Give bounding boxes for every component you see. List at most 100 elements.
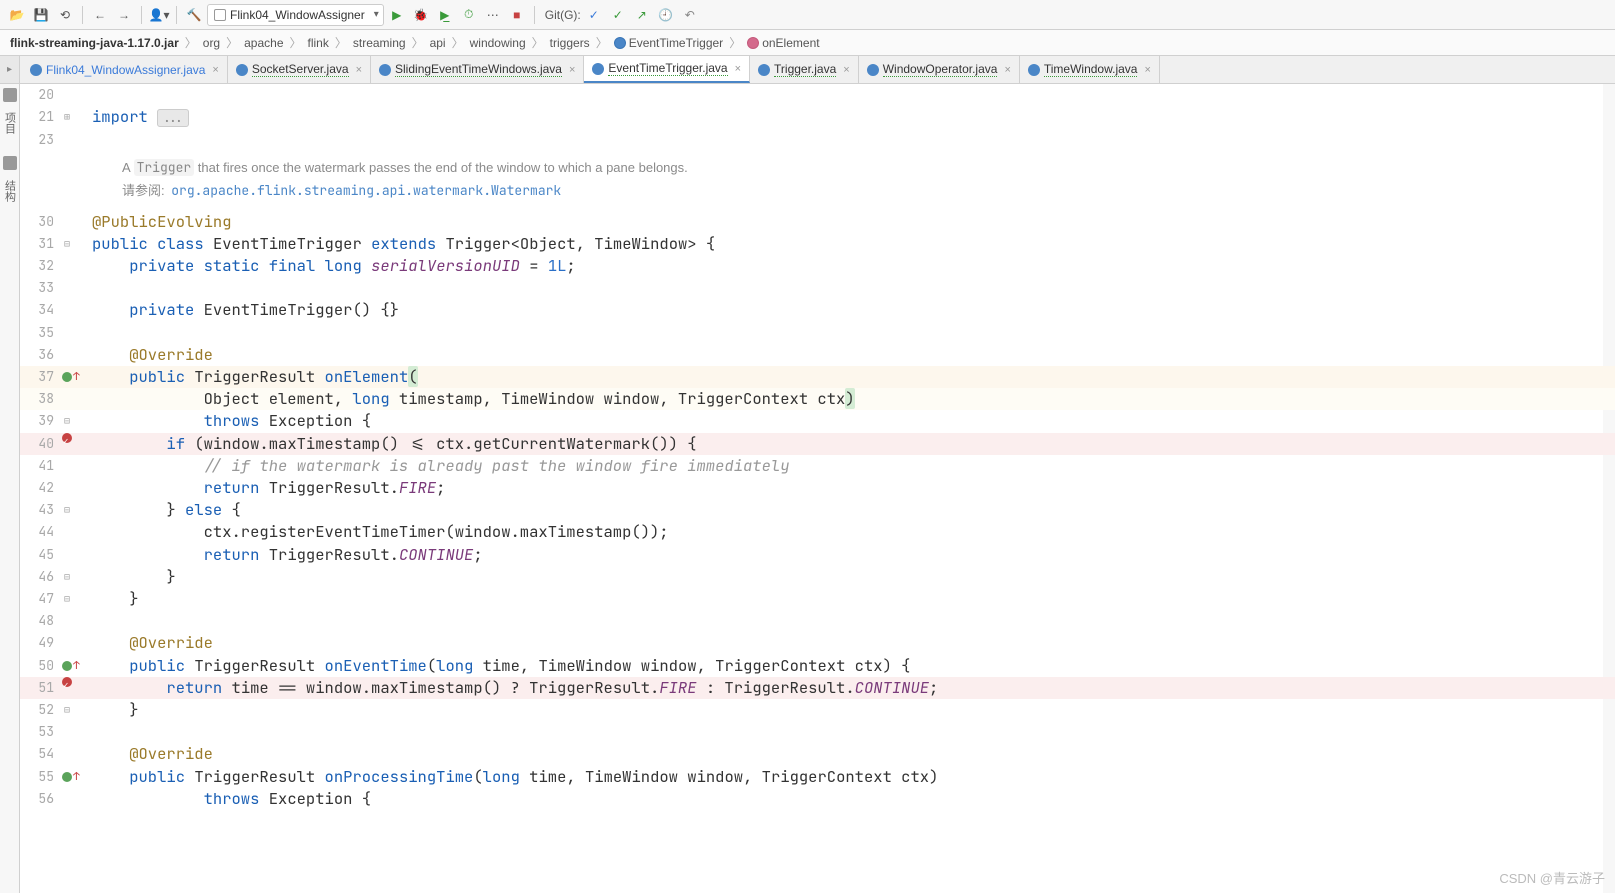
line-number: 42 — [20, 477, 62, 499]
main-toolbar: 📂 💾 ⟲ ← → 👤▾ 🔨 Flink04_WindowAssigner ▶ … — [0, 0, 1615, 30]
line-number: 31 — [20, 233, 62, 255]
line-number: 37 — [20, 366, 62, 388]
run-config-label: Flink04_WindowAssigner — [230, 8, 365, 22]
chevron-right-icon: 〉 — [725, 34, 745, 51]
chevron-right-icon: 〉 — [528, 34, 548, 51]
debug-icon[interactable]: 🐞 — [410, 4, 432, 26]
line-number: 35 — [20, 322, 62, 344]
git-push-icon[interactable]: ↗ — [631, 4, 653, 26]
forward-icon[interactable]: → — [113, 4, 135, 26]
line-number: 34 — [20, 299, 62, 321]
breadcrumb-item[interactable]: api — [428, 36, 448, 50]
git-update-icon[interactable]: ✓ — [583, 4, 605, 26]
fold-icon[interactable]: ⊟ — [62, 588, 72, 610]
tab-windowoperator[interactable]: WindowOperator.java× — [859, 56, 1020, 83]
override-gutter-icon[interactable] — [62, 661, 72, 671]
arrow-up-icon: ↑ — [73, 655, 80, 677]
run-config-combo[interactable]: Flink04_WindowAssigner — [207, 4, 384, 26]
chevron-right-icon: 〉 — [181, 34, 201, 51]
chevron-right-icon: 〉 — [408, 34, 428, 51]
line-number: 30 — [20, 211, 62, 233]
override-gutter-icon[interactable] — [62, 372, 72, 382]
breadcrumb-item[interactable]: streaming — [351, 36, 408, 50]
line-number: 51 — [20, 677, 62, 699]
open-icon[interactable]: 📂 — [6, 4, 28, 26]
back-icon[interactable]: ← — [89, 4, 111, 26]
separator — [82, 6, 83, 24]
run-icon[interactable]: ▶ — [386, 4, 408, 26]
line-number: 40 — [20, 433, 62, 455]
breadcrumb-item[interactable]: triggers — [548, 36, 592, 50]
override-gutter-icon[interactable] — [62, 772, 72, 782]
project-tool-indicator[interactable]: ▸ — [0, 56, 20, 83]
arrow-up-icon: ↑ — [73, 766, 80, 788]
tab-slidingwindows[interactable]: SlidingEventTimeWindows.java× — [371, 56, 584, 83]
javadoc-link[interactable]: org.apache.flink.streaming.api.watermark… — [168, 182, 564, 199]
line-number: 45 — [20, 544, 62, 566]
breadcrumb-item[interactable]: apache — [242, 36, 285, 50]
close-icon[interactable]: × — [843, 64, 849, 76]
close-icon[interactable]: × — [569, 64, 575, 76]
breakpoint-icon[interactable] — [62, 433, 72, 443]
line-number: 21 — [20, 106, 62, 128]
breakpoint-icon[interactable] — [62, 677, 72, 687]
chevron-right-icon: 〉 — [331, 34, 351, 51]
line-number: 36 — [20, 344, 62, 366]
line-number: 46 — [20, 566, 62, 588]
tab-trigger[interactable]: Trigger.java× — [750, 56, 859, 83]
close-icon[interactable]: × — [356, 64, 362, 76]
hammer-icon[interactable]: 🔨 — [183, 4, 205, 26]
tab-eventtimetrigger[interactable]: EventTimeTrigger.java× — [584, 56, 750, 83]
javadoc-rendered: A Trigger that fires once the watermark … — [92, 152, 1615, 211]
line-number: 20 — [20, 84, 62, 106]
project-tool-icon[interactable] — [3, 88, 17, 102]
structure-tool-label[interactable]: 结构 — [2, 180, 18, 202]
fold-icon[interactable]: ⊟ — [62, 233, 72, 255]
chevron-right-icon: 〉 — [592, 34, 612, 51]
git-history-icon[interactable]: 🕘 — [655, 4, 677, 26]
refresh-icon[interactable]: ⟲ — [54, 4, 76, 26]
tab-timewindow[interactable]: TimeWindow.java× — [1020, 56, 1160, 83]
close-icon[interactable]: × — [735, 63, 741, 75]
method-icon — [747, 37, 759, 49]
java-class-icon — [592, 63, 604, 75]
java-class-icon — [1028, 64, 1040, 76]
class-icon — [614, 37, 626, 49]
folded-region[interactable]: ... — [157, 109, 189, 127]
project-tool-label[interactable]: 项目 — [2, 112, 18, 134]
close-icon[interactable]: × — [1004, 64, 1010, 76]
breadcrumb-item[interactable]: org — [201, 36, 222, 50]
line-number: 39 — [20, 410, 62, 432]
breadcrumb-item[interactable]: onElement — [745, 36, 821, 50]
breadcrumb-item[interactable]: flink — [306, 36, 331, 50]
line-number: 43 — [20, 499, 62, 521]
close-icon[interactable]: × — [212, 64, 218, 76]
stop-icon[interactable]: ■ — [506, 4, 528, 26]
git-rollback-icon[interactable]: ↶ — [679, 4, 701, 26]
breadcrumb-item[interactable]: EventTimeTrigger — [612, 36, 725, 50]
tab-socketserver[interactable]: SocketServer.java× — [228, 56, 371, 83]
structure-tool-icon[interactable] — [3, 156, 17, 170]
fold-icon[interactable]: ⊟ — [62, 499, 72, 521]
line-number: 55 — [20, 766, 62, 788]
coverage-icon[interactable]: ▶̲ — [434, 4, 456, 26]
git-label: Git(G): — [545, 8, 581, 22]
line-number: 54 — [20, 743, 62, 765]
git-commit-icon[interactable]: ✓ — [607, 4, 629, 26]
watermark: CSDN @青云游子 — [1499, 868, 1605, 887]
fold-icon[interactable]: ⊞ — [62, 106, 72, 128]
line-number: 41 — [20, 455, 62, 477]
line-number: 23 — [20, 129, 62, 151]
more-run-icon[interactable]: ⋯ — [482, 4, 504, 26]
breadcrumb-item[interactable]: flink-streaming-java-1.17.0.jar — [8, 36, 181, 50]
build-icon[interactable]: 👤▾ — [148, 4, 170, 26]
tab-flink04[interactable]: Flink04_WindowAssigner.java× — [22, 56, 228, 83]
save-icon[interactable]: 💾 — [30, 4, 52, 26]
fold-icon[interactable]: ⊟ — [62, 566, 72, 588]
code-editor[interactable]: 20 21⊞import ... 23 A Trigger that fires… — [20, 84, 1615, 893]
breadcrumb-item[interactable]: windowing — [468, 36, 528, 50]
fold-icon[interactable]: ⊟ — [62, 699, 72, 721]
profile-icon[interactable]: ⏱ — [458, 4, 480, 26]
separator — [534, 6, 535, 24]
close-icon[interactable]: × — [1144, 64, 1150, 76]
